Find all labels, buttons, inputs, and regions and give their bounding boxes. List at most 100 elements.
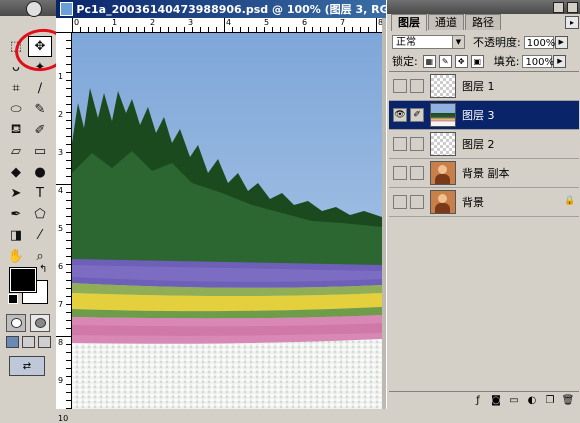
brush-link-icon[interactable]	[410, 137, 424, 151]
layer-row[interactable]: 图层 1	[389, 72, 579, 101]
dodge-icon[interactable]: ●	[28, 162, 52, 183]
ruler-label: 4	[58, 186, 64, 195]
ruler-tick	[280, 27, 281, 32]
palette-titlebar[interactable]	[387, 0, 580, 14]
quick-mask-mode-button[interactable]	[30, 314, 50, 332]
close-palette-button[interactable]	[567, 2, 578, 13]
ruler-tick	[368, 27, 369, 32]
gradient-icon[interactable]: ▭	[28, 141, 52, 162]
ruler-tick	[208, 27, 209, 32]
clone-stamp-icon[interactable]: ⛾	[4, 120, 28, 141]
ruler-label: 3	[188, 18, 194, 27]
new-layer-icon[interactable]: ❐	[543, 394, 557, 408]
brush-icon[interactable]: ✎	[28, 99, 52, 120]
pen-icon[interactable]: ✒	[4, 204, 28, 225]
ruler-tick	[66, 296, 71, 297]
tab-layers[interactable]: 图层	[391, 14, 427, 31]
ruler-origin[interactable]	[56, 18, 73, 33]
layer-row[interactable]: 背景 🔒	[389, 188, 579, 217]
horizontal-ruler[interactable]: 012345678	[72, 18, 383, 33]
ruler-label: 9	[58, 376, 64, 385]
default-colors-icon[interactable]	[8, 294, 18, 304]
ruler-tick	[66, 376, 71, 377]
lock-image-icon[interactable]: ✎	[438, 54, 452, 68]
ruler-tick	[66, 216, 71, 217]
adjustment-layer-icon[interactable]: ◐	[525, 394, 539, 408]
brush-link-icon[interactable]: ✐	[410, 108, 424, 122]
trash-icon[interactable]: 🗑	[561, 394, 575, 408]
ruler-tick	[66, 264, 71, 265]
ruler-tick	[336, 27, 337, 32]
ruler-tick	[66, 280, 71, 281]
ruler-tick	[66, 400, 71, 401]
ruler-tick	[66, 104, 71, 105]
ruler-tick	[312, 27, 313, 32]
eye-icon[interactable]	[393, 166, 407, 180]
lock-position-icon[interactable]: ✥	[454, 54, 468, 68]
brush-link-icon[interactable]	[410, 195, 424, 209]
ruler-tick	[66, 64, 71, 65]
slice-icon[interactable]: ∕	[28, 78, 52, 99]
layer-row[interactable]: 图层 2	[389, 130, 579, 159]
path-selection-icon[interactable]: ➤	[4, 183, 28, 204]
foreground-color-swatch[interactable]	[9, 267, 37, 293]
eye-icon[interactable]	[393, 137, 407, 151]
minimize-palette-button[interactable]	[553, 2, 564, 13]
standard-screen-mode-button[interactable]	[6, 336, 19, 348]
tab-paths[interactable]: 路径	[465, 14, 501, 30]
fill-label: 填充:	[493, 55, 520, 68]
color-swatches: ↰	[6, 264, 48, 306]
layer-style-icon[interactable]: ƒ	[471, 394, 485, 408]
ruler-tick	[144, 27, 145, 32]
blur-icon[interactable]: ◆	[4, 162, 28, 183]
brush-link-icon[interactable]	[410, 79, 424, 93]
crop-icon[interactable]: ⌗	[4, 78, 28, 99]
notes-icon[interactable]: ◨	[4, 225, 28, 246]
healing-brush-icon[interactable]: ⬭	[4, 99, 28, 120]
history-brush-icon[interactable]: ✐	[28, 120, 52, 141]
standard-mode-button[interactable]	[6, 314, 26, 332]
ruler-tick	[256, 27, 257, 32]
blend-mode-select[interactable]: 正常 ▼	[392, 35, 465, 49]
fill-slider-button[interactable]: ▶	[553, 54, 567, 68]
eyedropper-icon[interactable]: ⁄	[28, 225, 52, 246]
layer-row[interactable]: 背景 副本	[389, 159, 579, 188]
ruler-tick	[66, 328, 71, 329]
palette-menu-button[interactable]: ▸	[565, 16, 579, 29]
full-screen-menu-mode-button[interactable]	[22, 336, 35, 348]
document-titlebar[interactable]: Pc1a_20036140473988906.psd @ 100% (图层 3,…	[56, 0, 386, 18]
mask-icon[interactable]: ◙	[489, 394, 503, 408]
vertical-ruler[interactable]: 1 2 3 4 5 6 7 8 9 10	[56, 32, 72, 423]
lock-transparency-icon[interactable]: ▦	[422, 54, 436, 68]
ruler-label: 4	[226, 18, 232, 27]
document-icon	[60, 2, 74, 16]
new-set-icon[interactable]: ▭	[507, 394, 521, 408]
ruler-tick	[66, 72, 71, 73]
ruler-tick	[112, 27, 113, 32]
tab-channels[interactable]: 通道	[428, 14, 464, 30]
layer-row[interactable]: 👁 ✐ 图层 3	[389, 101, 579, 130]
eye-icon[interactable]: 👁	[393, 108, 407, 122]
eraser-icon[interactable]: ▱	[4, 141, 28, 162]
ruler-tick	[66, 176, 71, 177]
opacity-slider-button[interactable]: ▶	[554, 35, 568, 49]
ruler-tick	[66, 192, 71, 193]
eye-icon[interactable]	[393, 79, 407, 93]
fill-field[interactable]: 100%	[522, 54, 554, 68]
eye-icon[interactable]	[393, 195, 407, 209]
lock-all-icon[interactable]: ▣	[470, 54, 484, 68]
blend-opacity-row: 正常 ▼ 不透明度: 100% ▶	[392, 33, 578, 51]
photoshop-logo-icon[interactable]	[26, 1, 42, 17]
shape-icon[interactable]: ⬠	[28, 204, 52, 225]
opacity-field[interactable]: 100%	[523, 35, 555, 49]
ruler-label: 8	[58, 338, 64, 347]
ruler-tick	[344, 27, 345, 32]
swap-colors-icon[interactable]: ↰	[39, 264, 47, 275]
ruler-label: 10	[58, 414, 69, 423]
full-screen-mode-button[interactable]	[38, 336, 51, 348]
brush-link-icon[interactable]	[410, 166, 424, 180]
image-canvas[interactable]	[72, 33, 382, 409]
jump-to-imageready-button[interactable]: ⇄	[9, 356, 45, 376]
type-icon[interactable]: T	[28, 183, 52, 204]
ruler-label: 2	[58, 110, 64, 119]
